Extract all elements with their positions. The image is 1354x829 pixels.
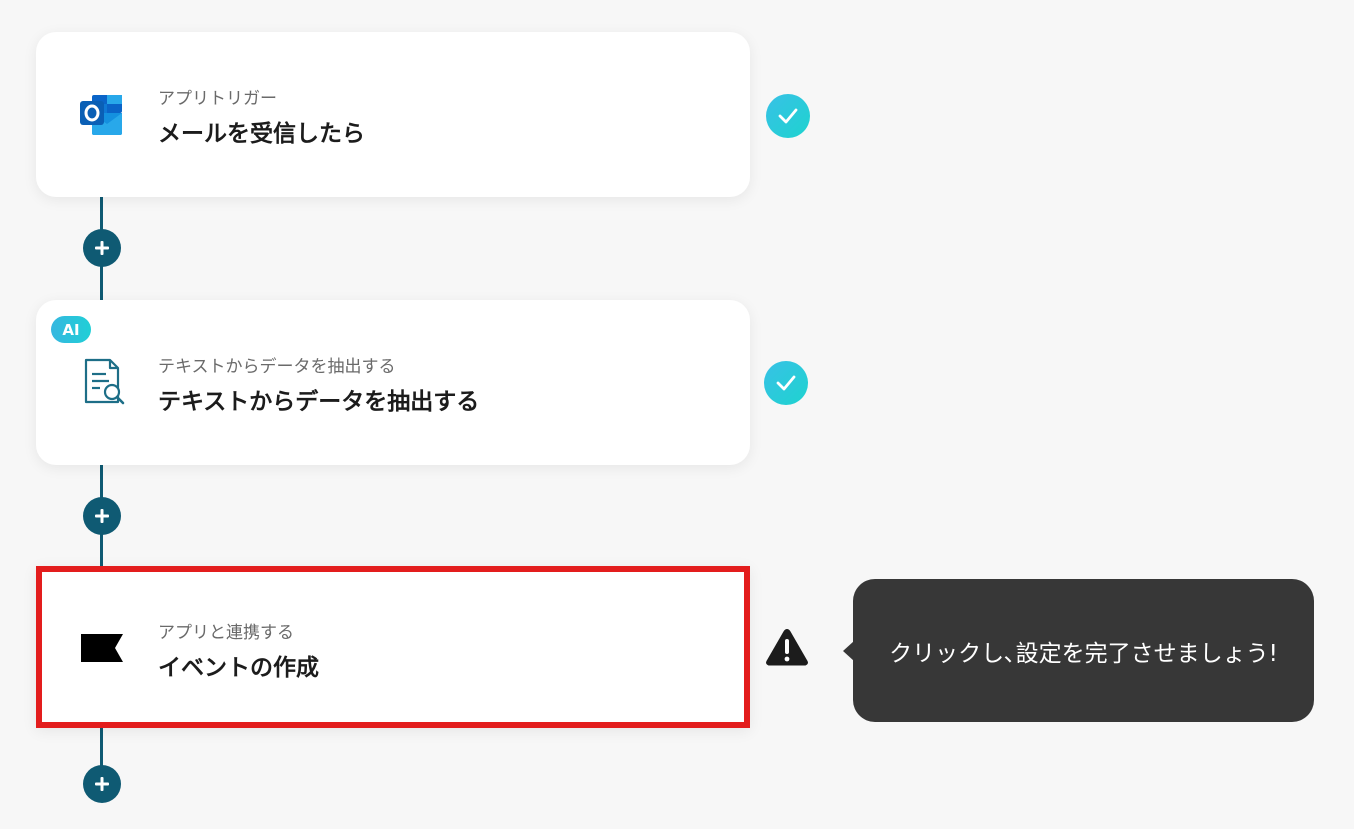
step-category-label: アプリと連携する [158, 623, 294, 643]
step-complete-check-1 [766, 94, 810, 138]
step-title: テキストからデータを抽出する [158, 389, 480, 415]
plus-icon [95, 777, 109, 791]
add-step-button-2[interactable] [83, 497, 121, 535]
add-step-button-1[interactable] [83, 229, 121, 267]
step-card-trigger[interactable]: アプリトリガー メールを受信したら [36, 32, 750, 197]
step-title: イベントの作成 [158, 655, 319, 681]
setup-tooltip: クリックし､設定を完了させましょう! [853, 579, 1314, 722]
step-card-ai-extract[interactable]: テキストからデータを抽出する テキストからデータを抽出する [36, 300, 750, 465]
flag-icon [76, 622, 128, 674]
outlook-icon [76, 88, 128, 140]
step-complete-check-2 [764, 361, 808, 405]
plus-icon [95, 509, 109, 523]
checkmark-icon [776, 375, 796, 391]
step-card-create-event[interactable]: アプリと連携する イベントの作成 [36, 566, 750, 728]
add-step-button-3[interactable] [83, 765, 121, 803]
document-search-icon [76, 356, 128, 408]
ai-badge: AI [51, 316, 91, 343]
tooltip-text: クリックし､設定を完了させましょう! [889, 640, 1278, 667]
plus-icon [95, 241, 109, 255]
step-category-label: アプリトリガー [158, 89, 277, 109]
checkmark-icon [778, 108, 798, 124]
step-category-label: テキストからデータを抽出する [158, 357, 396, 377]
warning-icon [766, 629, 808, 666]
step-title: メールを受信したら [158, 121, 365, 147]
